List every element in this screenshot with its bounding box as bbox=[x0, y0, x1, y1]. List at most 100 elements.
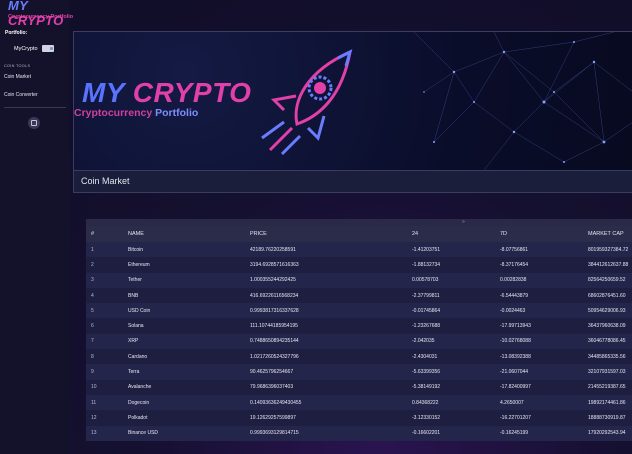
col-header-7d[interactable]: 7D bbox=[495, 226, 583, 242]
sidebar-toggle-button[interactable] bbox=[28, 117, 40, 129]
cell-price: 1.0217260524327796 bbox=[245, 349, 407, 365]
app-logo[interactable]: MY CRYPTO Cryptocurrency Portfolio bbox=[4, 0, 73, 28]
sidebar-item-coin-converter[interactable]: Coin Converter bbox=[4, 92, 38, 98]
table-row[interactable]: 11 Dogecoin 0.14093636249430455 0.84368222 4… bbox=[86, 394, 632, 411]
cell-name: BNB bbox=[123, 287, 245, 304]
banner-subtitle: Cryptocurrency Portfolio bbox=[74, 107, 198, 119]
section-title: Coin Market bbox=[81, 176, 130, 186]
cell-rank: 10 bbox=[86, 379, 123, 395]
cell-market-cap: 17920292543.94 bbox=[583, 425, 632, 441]
cell-7d: -6.54443879 bbox=[495, 287, 583, 304]
cell-name: XRP bbox=[123, 333, 245, 350]
cell-7d: -17.99713943 bbox=[495, 318, 583, 334]
cell-price: 416.69226116568234 bbox=[245, 287, 407, 304]
sidebar-divider bbox=[4, 107, 66, 108]
cell-rank: 5 bbox=[86, 303, 123, 319]
banner-subtitle-b: Portfolio bbox=[155, 107, 199, 119]
banner-caption: Coin Market bbox=[74, 170, 632, 192]
cell-rank: 6 bbox=[86, 318, 123, 334]
cell-market-cap: 32107931597.03 bbox=[583, 364, 632, 380]
cell-rank: 12 bbox=[86, 410, 123, 426]
cell-market-cap: 36046778086.45 bbox=[583, 333, 632, 350]
cell-7d: -0.0024463 bbox=[495, 303, 583, 319]
table-header-row: # NAME PRICE 24 7D MARKET CAP bbox=[86, 226, 632, 242]
rocket-icon bbox=[261, 49, 353, 156]
cell-price: 0.7488650894235144 bbox=[245, 333, 407, 350]
table-row[interactable]: 1 Bitcoin 42189.76220258591 -1.41203751 -8.0… bbox=[86, 242, 632, 258]
cell-7d: -17.82400997 bbox=[495, 379, 583, 395]
table-row[interactable]: 6 Solana 111.10744185954195 -1.23267688 -17.… bbox=[86, 318, 632, 334]
cell-price: 0.9993693129814715 bbox=[245, 425, 407, 441]
sidebar: MY CRYPTO Cryptocurrency Portfolio Portf… bbox=[0, 0, 73, 454]
cell-price: 0.9993817316337628 bbox=[245, 303, 407, 319]
market-table: # NAME PRICE 24 7D MARKET CAP 1 Bitcoin 42… bbox=[86, 226, 632, 441]
cell-price: 111.10744185954195 bbox=[245, 318, 407, 334]
logo-subtitle: Cryptocurrency Portfolio bbox=[8, 14, 74, 20]
portfolio-label: Portfolio: bbox=[5, 30, 28, 36]
portfolio-name: MyCrypto bbox=[14, 45, 38, 52]
cell-7d: -0.16245199 bbox=[495, 425, 583, 441]
banner-title: MY CRYPTO bbox=[82, 77, 251, 109]
cell-rank: 2 bbox=[86, 257, 123, 273]
col-header-rank[interactable]: # bbox=[86, 226, 123, 242]
coin-market-table: » # NAME PRICE 24 7D MARKET CAP 1 Bitcoin… bbox=[86, 219, 632, 454]
cell-24h: -5.38149192 bbox=[407, 379, 495, 395]
cell-price: 90.4625796254667 bbox=[245, 364, 407, 380]
banner-title-b: CRYPTO bbox=[132, 77, 252, 108]
cell-rank: 8 bbox=[86, 349, 123, 365]
cell-price: 0.14093636249430455 bbox=[245, 394, 407, 411]
cell-price: 19.126292575998​97 bbox=[245, 410, 407, 426]
cell-24h: -0.16602201 bbox=[407, 425, 495, 441]
cell-market-cap: 384412612637.88 bbox=[583, 257, 632, 273]
cell-name: Polkadot bbox=[123, 410, 245, 426]
cell-rank: 13 bbox=[86, 425, 123, 441]
portfolio-selector[interactable]: MyCrypto bbox=[14, 45, 54, 52]
cell-name: Tether bbox=[123, 272, 245, 288]
table-row[interactable]: 8 Cardano 1.0217260524327796 -2.4304031 -13.… bbox=[86, 349, 632, 365]
table-row[interactable]: 13 Binance USD 0.9993693129814715 -0.166022… bbox=[86, 425, 632, 441]
cell-7d: -8.37176454 bbox=[495, 257, 583, 273]
banner-title-a: MY bbox=[82, 77, 125, 108]
cell-7d: -21.0607044 bbox=[495, 364, 583, 380]
table-row[interactable]: 2 Ethereum 3194.6928571616363 -1.88132734 -8… bbox=[86, 257, 632, 273]
cell-24h: -2.042035 bbox=[407, 333, 495, 350]
cell-name: Terra bbox=[123, 364, 245, 380]
table-row[interactable]: 7 XRP 0.7488650894235144 -2.042035 -10.02768… bbox=[86, 333, 632, 350]
banner-subtitle-a: Cryptocurrency bbox=[74, 107, 153, 119]
cell-rank: 4 bbox=[86, 287, 123, 304]
col-header-24h[interactable]: 24 bbox=[407, 226, 495, 242]
cell-24h: -2.37799811 bbox=[407, 287, 495, 304]
table-row[interactable]: 5 USD Coin 0.9993817316337628 -0.01745864 -0… bbox=[86, 303, 632, 319]
table-row[interactable]: 10 Avalanche 79.9686396037403 -5.38149192 -1… bbox=[86, 379, 632, 395]
col-header-name[interactable]: NAME bbox=[123, 226, 245, 242]
cell-7d: 0.00282838 bbox=[495, 272, 583, 288]
cell-7d: -8.07756861 bbox=[495, 242, 583, 258]
cell-rank: 9 bbox=[86, 364, 123, 380]
cell-name: Bitcoin bbox=[123, 242, 245, 258]
cell-name: Cardano bbox=[123, 349, 245, 365]
cell-price: 3194.6928571616363 bbox=[245, 257, 407, 273]
cell-rank: 1 bbox=[86, 242, 123, 258]
col-header-market-cap[interactable]: MARKET CAP bbox=[583, 226, 632, 242]
cell-price: 1.000355244292425 bbox=[245, 272, 407, 288]
table-row[interactable]: 3 Tether 1.000355244292425 0.00578703 0.0028… bbox=[86, 272, 632, 288]
cell-24h: -2.4304031 bbox=[407, 349, 495, 365]
sidebar-item-coin-market[interactable]: Coin Market bbox=[4, 74, 31, 80]
cell-rank: 11 bbox=[86, 394, 123, 411]
cell-name: USD Coin bbox=[123, 303, 245, 319]
cell-market-cap: 21455219387.65 bbox=[583, 379, 632, 395]
cell-price: 42189.76220258591 bbox=[245, 242, 407, 258]
col-header-price[interactable]: PRICE bbox=[245, 226, 407, 242]
app-page: MY CRYPTO Cryptocurrency Portfolio Portf… bbox=[0, 0, 632, 454]
cell-24h: -5.63399356 bbox=[407, 364, 495, 380]
table-row[interactable]: 4 BNB 416.69226116568234 -2.37799811 -6.5444… bbox=[86, 287, 632, 304]
table-scroll-bar[interactable]: » bbox=[86, 219, 632, 226]
cell-24h: -3.12330152 bbox=[407, 410, 495, 426]
scroll-right-icon: » bbox=[462, 219, 465, 225]
table-row[interactable]: 9 Terra 90.4625796254667 -5.63399356 -21.060… bbox=[86, 364, 632, 380]
cell-24h: -0.01745864 bbox=[407, 303, 495, 319]
hero-image: MY CRYPTO Cryptocurrency Portfolio bbox=[74, 32, 632, 170]
table-row[interactable]: 12 Polkadot 19.126292575998​97 -3.12330152-… bbox=[86, 410, 632, 426]
cell-market-cap: 50954629006.93 bbox=[583, 303, 632, 319]
cell-7d: -10.02768088 bbox=[495, 333, 583, 350]
